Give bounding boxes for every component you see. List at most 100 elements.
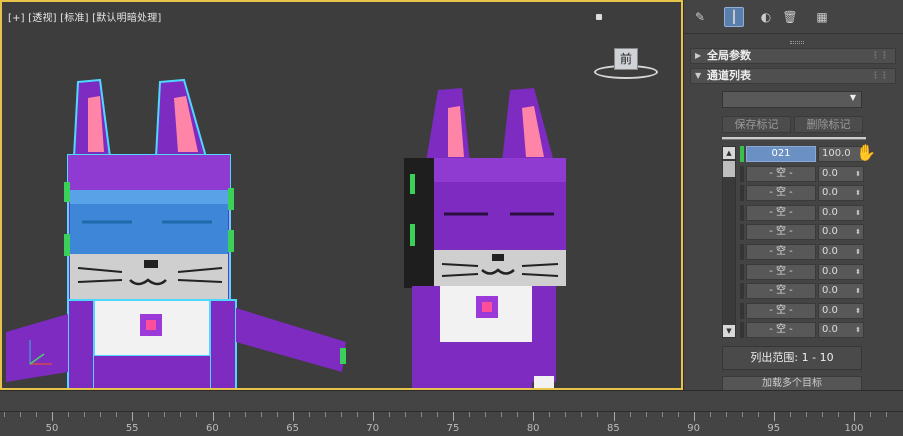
channel-value-spinner[interactable]: 0.0 ⬍ [818,224,864,241]
timeline-tick [613,412,615,421]
timeline-tick [469,412,471,417]
channel-name-button[interactable]: - 空 - [746,224,816,241]
channel-list: ▲ ▼ 021 100.0- 空 -0.0 ⬍ - 空 -0.0 ⬍ - 空 -0.0 ⬍ -… [722,146,902,338]
channel-value-spinner[interactable]: 0.0 ⬍ [818,204,864,221]
channel-name-button[interactable]: 021 [746,146,816,162]
channel-value: 0.0 [822,324,838,336]
timeline-frame-label: 90 [687,423,700,434]
spinner-arrows-icon[interactable]: ⬍ [855,225,861,239]
channel-row[interactable]: - 空 - 0.0 ⬍ [722,165,902,182]
timeline-tick [228,412,230,417]
channel-row[interactable]: - 空 - 0.0 ⬍ [722,185,902,202]
timeline-frame-label: 65 [286,423,299,434]
channel-value-spinner[interactable]: 0.0 ⬍ [818,283,864,300]
spinner-arrows-icon[interactable]: ⬍ [855,284,861,298]
channel-value: 0.0 [822,285,838,297]
channel-value: 0.0 [822,226,838,238]
channel-name-button[interactable]: - 空 - [746,322,816,338]
viewcube-front-face[interactable]: 前 [614,48,638,70]
channel-active-indicator [740,146,744,162]
timeline-tick [244,412,246,417]
modifier-stack-toolbar: ✎ ┃ ◐ 🗑 ▦ [684,0,903,34]
timeline-frame-label: 80 [526,423,540,434]
chevron-down-icon: ▼ [849,93,856,102]
rollout-title: 全局参数 [707,49,751,62]
channel-name-button[interactable]: - 空 - [746,244,816,260]
timeline-tick [388,412,390,417]
channel-row[interactable]: - 空 - 0.0 ⬍ [722,263,902,280]
channel-row[interactable]: - 空 - 0.0 ⬍ [722,302,902,319]
channel-value-spinner[interactable]: 0.0 ⬍ [818,244,864,260]
channel-row[interactable]: - 空 - 0.0 ⬍ [722,283,902,300]
channel-active-indicator [740,283,744,300]
channel-name-button[interactable]: - 空 - [746,185,816,202]
timeline-tick [565,412,567,417]
timeline-tick [854,412,856,421]
channel-value-spinner[interactable]: 0.0 ⬍ [818,322,864,338]
channel-row[interactable]: - 空 - 0.0 ⬍ [722,244,902,260]
channel-value-spinner[interactable]: 0.0 ⬍ [818,185,864,202]
timeline-tick [260,412,262,417]
timeline-tick [180,412,182,417]
timeline-tick [549,412,551,417]
timeline-frame-label: 50 [45,423,59,434]
active-modifier-icon[interactable]: ┃ [724,7,744,27]
timeline-tick [196,412,198,417]
show-result-icon[interactable]: ◐ [756,7,776,27]
channel-value-spinner[interactable]: 0.0 ⬍ [818,302,864,319]
pin-icon[interactable]: ✎ [690,7,710,27]
channel-row[interactable]: - 空 - 0.0 ⬍ [722,322,902,338]
range-value: 1 - 10 [801,351,834,364]
channel-value-spinner[interactable]: 0.0 ⬍ [818,263,864,280]
spinner-arrows-icon[interactable]: ⬍ [855,265,861,279]
channel-row[interactable]: - 空 - 0.0 ⬍ [722,204,902,221]
spinner-arrows-icon[interactable]: ⬍ [855,304,861,318]
channel-active-indicator [740,322,744,338]
trash-icon[interactable]: 🗑 [780,7,800,27]
list-range: 列出范围: 1 - 10 [722,346,862,370]
spinner-arrows-icon[interactable]: ⬍ [855,206,861,220]
rollout-global-params[interactable]: ▶ 全局参数 ⋮⋮ [690,48,896,64]
spinner-arrows-icon[interactable]: ⬍ [855,245,861,259]
channel-active-indicator [740,302,744,319]
timeline-tick [148,412,150,417]
channel-value-spinner[interactable]: 0.0 ⬍ [818,165,864,182]
delete-marker-button[interactable]: 删除标记 [794,116,863,133]
spinner-arrows-icon[interactable]: ⬍ [855,323,861,337]
timeline-frame-label: 75 [446,423,460,434]
channel-active-indicator [740,165,744,182]
viewcube[interactable]: 前 [586,38,666,88]
timeline-tick [453,412,455,421]
panel-grip[interactable] [790,41,804,44]
rollout-channel-list[interactable]: ▼ 通道列表 ⋮⋮ [690,68,896,84]
timeline-tick [421,412,423,417]
channel-active-indicator [740,224,744,241]
rollout-grip-icon: ⋮⋮ [871,51,889,61]
timeline-tick [725,412,727,417]
viewport-perspective[interactable]: [+] [透视] [标准] [默认明暗处理] 前 [0,0,683,390]
right-cat-model [404,88,566,388]
channel-name-button[interactable]: - 空 - [746,302,816,319]
timeline-tick [356,412,358,417]
channel-name-button[interactable]: - 空 - [746,283,816,300]
save-marker-button[interactable]: 保存标记 [722,116,791,133]
timeline-tick [68,412,70,417]
marker-dropdown[interactable]: ▼ [722,91,862,108]
timeline-tick [533,412,535,421]
timeline-tick [485,412,487,417]
rollout-title: 通道列表 [707,69,751,82]
spinner-arrows-icon[interactable]: ⬍ [855,167,861,181]
channel-name-button[interactable]: - 空 - [746,165,816,182]
configure-icon[interactable]: ▦ [812,7,832,27]
timeline-ruler[interactable]: 50 55 60 65 70 75 80 85 90 95 100 [0,390,903,436]
spinner-arrows-icon[interactable]: ⬍ [855,186,861,200]
channel-name-button[interactable]: - 空 - [746,204,816,221]
timeline-tick [886,412,888,417]
channel-value: 100.0 [822,148,851,159]
timeline-frame-label: 70 [366,423,380,434]
channel-row[interactable]: - 空 - 0.0 ⬍ [722,224,902,241]
scene-render [6,78,566,388]
timeline-tick [838,412,840,417]
timeline-tick [84,412,86,417]
channel-name-button[interactable]: - 空 - [746,263,816,280]
